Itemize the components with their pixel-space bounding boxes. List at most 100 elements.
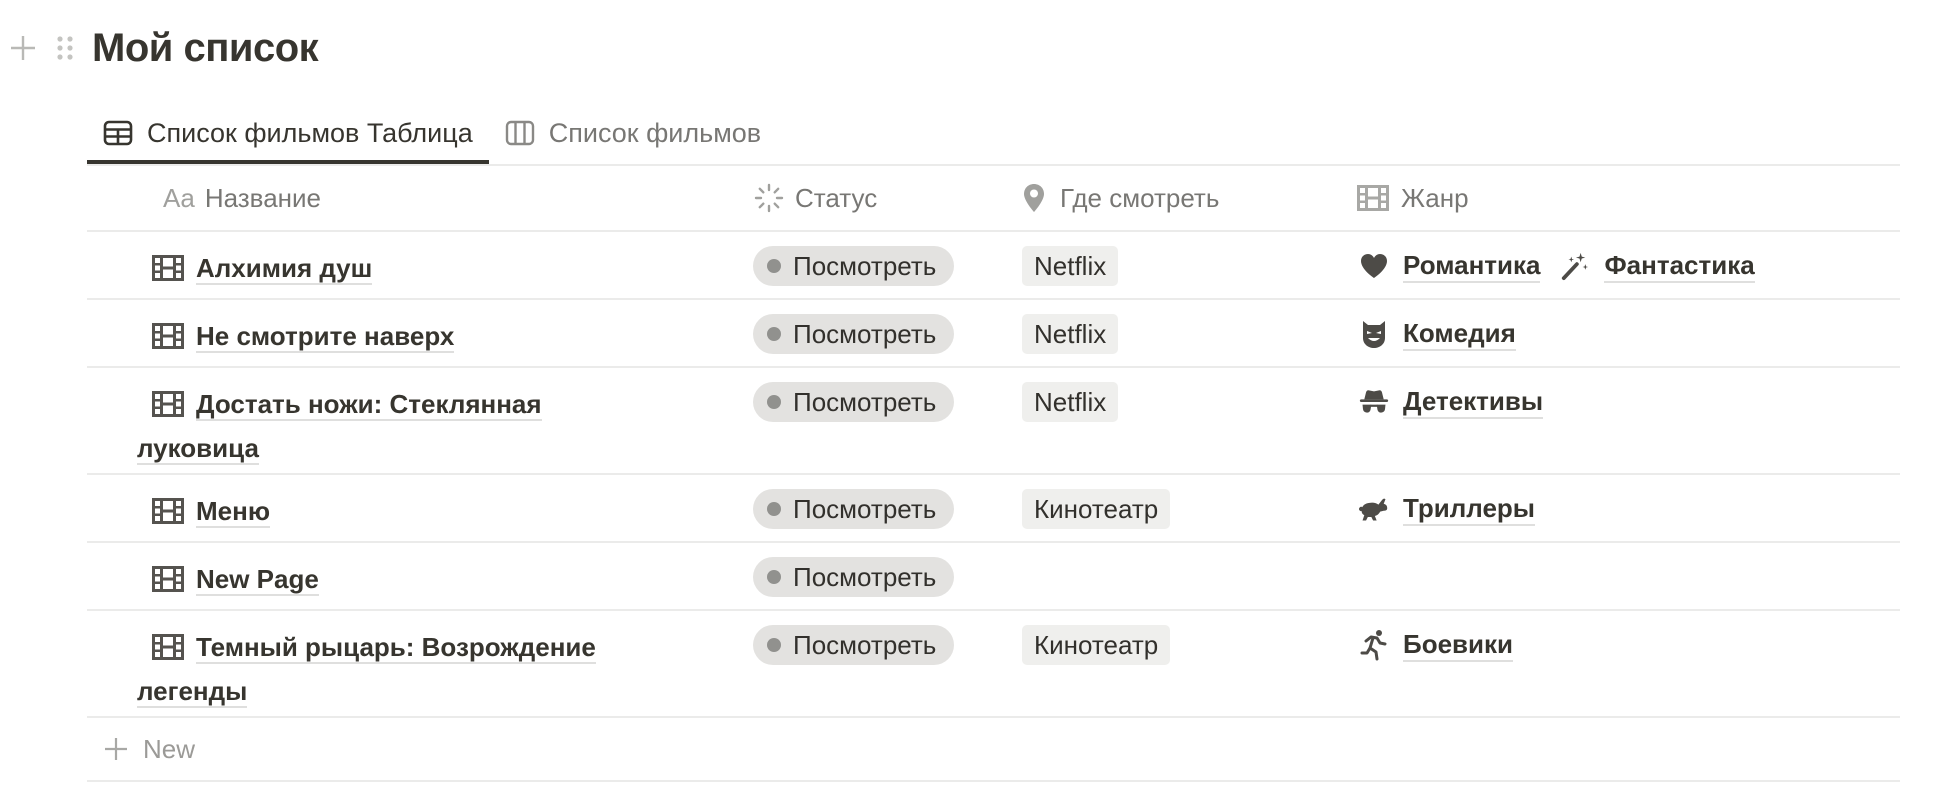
cell-name[interactable]: Не смотрите наверх (87, 300, 740, 366)
cell-name[interactable]: New Page (87, 543, 740, 609)
cell-genre[interactable]: Триллеры (1345, 475, 1900, 541)
status-dot-icon (767, 570, 781, 584)
genre-label: Романтика (1403, 249, 1541, 283)
add-new-row-button[interactable]: New (87, 718, 1900, 782)
new-row-label: New (143, 733, 196, 764)
table-row: Достать ножи: Стеклянная луковица Посмотр… (87, 368, 1900, 475)
rabbit-icon (1359, 494, 1389, 524)
status-badge[interactable]: Посмотреть (753, 314, 955, 354)
where-tag[interactable]: Netflix (1022, 246, 1119, 286)
status-label: Посмотреть (793, 250, 937, 281)
column-header-where[interactable]: Где смотреть (1010, 166, 1345, 230)
cell-name[interactable]: Достать ножи: Стеклянная луковица (87, 368, 740, 473)
cell-name[interactable]: Темный рыцарь: Возрождение легенды (87, 611, 740, 716)
cell-where[interactable]: Netflix (1010, 232, 1345, 298)
film-icon (152, 250, 184, 281)
cell-status[interactable]: Посмотреть (740, 368, 1010, 473)
heart-icon (1359, 251, 1389, 281)
genre-relation[interactable]: Романтика (1359, 249, 1541, 283)
genre-relation[interactable]: Фантастика (1560, 249, 1755, 283)
status-badge[interactable]: Посмотреть (753, 489, 955, 529)
page-title[interactable]: Мой список (92, 26, 319, 71)
column-header-status[interactable]: Статус (740, 166, 1010, 230)
running-person-icon (1359, 630, 1389, 661)
cell-genre[interactable]: Боевики (1345, 611, 1900, 716)
cell-status[interactable]: Посмотреть (740, 300, 1010, 366)
cell-name[interactable]: Меню (87, 475, 740, 541)
status-badge[interactable]: Посмотреть (753, 382, 955, 422)
add-block-icon[interactable] (8, 33, 38, 63)
tab-board-view[interactable]: Список фильмов (489, 106, 777, 160)
cell-where[interactable]: Netflix (1010, 368, 1345, 473)
status-badge[interactable]: Посмотреть (753, 625, 955, 665)
row-title-link[interactable]: New Page (196, 564, 319, 596)
mask-icon (1359, 319, 1389, 349)
column-header-name[interactable]: Aa Название (87, 166, 740, 230)
cell-status[interactable]: Посмотреть (740, 475, 1010, 541)
cell-where[interactable]: Кинотеатр (1010, 475, 1345, 541)
row-title-link[interactable]: Достать ножи: Стеклянная (196, 389, 542, 421)
genre-relation[interactable]: Детективы (1359, 385, 1544, 419)
cell-status[interactable]: Посмотреть (740, 232, 1010, 298)
status-label: Посмотреть (793, 629, 937, 660)
genre-relation[interactable]: Боевики (1359, 628, 1513, 662)
column-label: Название (204, 182, 321, 213)
status-badge[interactable]: Посмотреть (753, 246, 955, 286)
table-row: Меню Посмотреть Кинотеатр Триллеры (87, 475, 1900, 543)
board-icon (505, 120, 535, 146)
tab-table-view[interactable]: Список фильмов Таблица (87, 106, 489, 164)
column-header-genre[interactable]: Жанр (1345, 166, 1900, 230)
genre-label: Комедия (1403, 317, 1516, 351)
film-icon (152, 493, 184, 524)
detective-icon (1359, 387, 1389, 417)
status-dot-icon (767, 327, 781, 341)
film-icon (152, 629, 184, 660)
genre-list: Комедия (1345, 314, 1900, 354)
genre-list: Триллеры (1345, 489, 1900, 529)
genre-label: Детективы (1403, 385, 1544, 419)
row-title-link-continued[interactable]: луковица (137, 433, 259, 465)
status-label: Посмотреть (793, 386, 937, 417)
cell-name[interactable]: Алхимия душ (87, 232, 740, 298)
status-label: Посмотреть (793, 493, 937, 524)
cell-status[interactable]: Посмотреть (740, 611, 1010, 716)
drag-handle-icon[interactable] (56, 33, 74, 63)
genre-relation[interactable]: Триллеры (1359, 492, 1535, 526)
table-header: Aa Название Статус Где смотреть Жанр (87, 166, 1900, 232)
genre-relation[interactable]: Комедия (1359, 317, 1516, 351)
status-badge[interactable]: Посмотреть (753, 557, 955, 597)
row-title-link[interactable]: Меню (196, 496, 271, 528)
row-title-link[interactable]: Не смотрите наверх (196, 321, 455, 353)
status-icon (753, 182, 785, 214)
genre-list: Романтика Фантастика (1345, 246, 1900, 286)
where-tag[interactable]: Netflix (1022, 382, 1119, 422)
film-icon (1357, 185, 1389, 211)
plus-icon (103, 736, 129, 762)
cell-where[interactable]: Кинотеатр (1010, 611, 1345, 716)
column-label: Жанр (1401, 182, 1469, 213)
cell-genre[interactable]: Комедия (1345, 300, 1900, 366)
cell-status[interactable]: Посмотреть (740, 543, 1010, 609)
text-property-icon: Aa (163, 182, 195, 213)
genre-label: Триллеры (1403, 492, 1535, 526)
genre-label: Фантастика (1604, 249, 1755, 283)
row-title-link[interactable]: Темный рыцарь: Возрождение (196, 632, 596, 664)
where-tag[interactable]: Кинотеатр (1022, 625, 1171, 665)
cell-where[interactable]: Netflix (1010, 300, 1345, 366)
row-title-link-continued[interactable]: легенды (137, 676, 248, 708)
table-row: Не смотрите наверх Посмотреть Netflix Ко… (87, 300, 1900, 368)
magic-wand-icon (1560, 251, 1590, 281)
cell-genre[interactable]: Романтика Фантастика (1345, 232, 1900, 298)
status-label: Посмотреть (793, 318, 937, 349)
row-title-link[interactable]: Алхимия душ (196, 253, 373, 285)
cell-where[interactable] (1010, 543, 1345, 609)
genre-label: Боевики (1403, 628, 1513, 662)
where-tag[interactable]: Netflix (1022, 314, 1119, 354)
status-label: Посмотреть (793, 561, 937, 592)
table-icon (103, 120, 133, 146)
cell-genre[interactable]: Детективы (1345, 368, 1900, 473)
table-row: Темный рыцарь: Возрождение легенды Посмот… (87, 611, 1900, 718)
cell-genre[interactable] (1345, 543, 1900, 609)
column-label: Где смотреть (1060, 182, 1220, 213)
where-tag[interactable]: Кинотеатр (1022, 489, 1171, 529)
